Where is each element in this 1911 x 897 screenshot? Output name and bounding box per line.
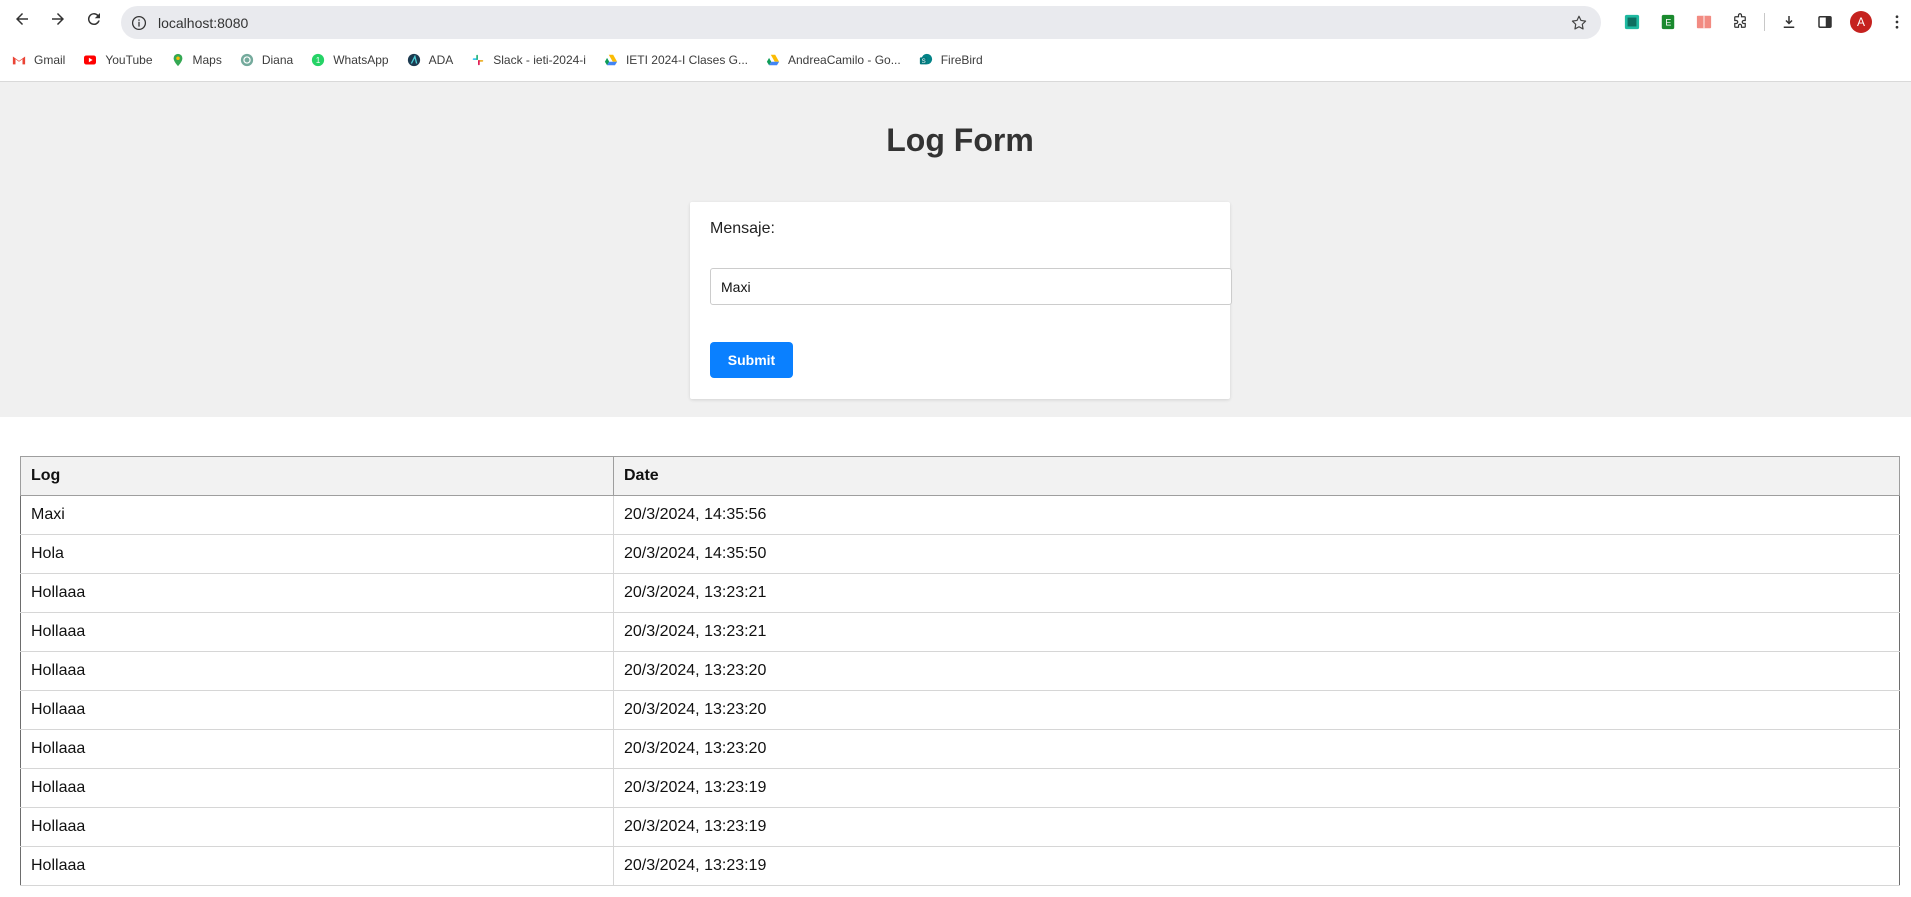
toolbar-divider bbox=[1764, 13, 1765, 31]
log-cell: Hola bbox=[20, 534, 614, 574]
site-info-icon[interactable] bbox=[130, 14, 148, 32]
bookmark-label: Maps bbox=[192, 52, 222, 67]
log-cell: Hollaaa bbox=[20, 612, 614, 652]
table-row: Hollaaa 20/3/2024, 13:23:21 bbox=[20, 573, 1900, 613]
bookmark-slack[interactable]: Slack - ieti-2024-i bbox=[470, 52, 586, 68]
table-row: Hola 20/3/2024, 14:35:50 bbox=[20, 534, 1900, 574]
table-row: Hollaaa 20/3/2024, 13:23:19 bbox=[20, 846, 1900, 886]
log-cell: Maxi bbox=[20, 495, 614, 535]
google-drive-icon bbox=[765, 52, 781, 68]
message-input[interactable] bbox=[710, 268, 1232, 305]
date-cell: 20/3/2024, 13:23:19 bbox=[613, 807, 1900, 847]
arrow-left-icon bbox=[16, 13, 28, 25]
bookmark-gmail[interactable]: Gmail bbox=[11, 52, 65, 68]
date-cell: 20/3/2024, 13:23:20 bbox=[613, 651, 1900, 691]
chatgpt-icon bbox=[239, 52, 255, 68]
arrow-right-icon bbox=[52, 13, 64, 25]
extension-book-icon[interactable] bbox=[1686, 8, 1722, 36]
bookmark-star-icon[interactable] bbox=[1569, 13, 1589, 33]
table-row: Hollaaa 20/3/2024, 13:23:21 bbox=[20, 612, 1900, 652]
bookmark-label: Slack - ieti-2024-i bbox=[493, 52, 586, 67]
bookmark-ieti-clases[interactable]: IETI 2024-I Clases G... bbox=[603, 52, 748, 68]
column-header-log[interactable]: Log bbox=[20, 456, 614, 496]
bookmark-label: IETI 2024-I Clases G... bbox=[625, 52, 748, 67]
svg-text:E: E bbox=[1665, 18, 1671, 28]
date-cell: 20/3/2024, 13:23:20 bbox=[613, 690, 1900, 730]
bookmark-firebird[interactable]: S FireBird bbox=[918, 52, 983, 68]
youtube-icon bbox=[82, 52, 98, 68]
extension-green-e-icon[interactable]: E bbox=[1650, 8, 1686, 36]
extensions-puzzle-icon[interactable] bbox=[1722, 8, 1758, 36]
google-drive-icon bbox=[603, 52, 619, 68]
bookmark-label: Diana bbox=[261, 52, 294, 67]
bookmark-label: Gmail bbox=[34, 52, 66, 67]
back-button[interactable] bbox=[4, 1, 40, 37]
form-section: Log Form Mensaje: Submit bbox=[0, 82, 1911, 417]
bookmark-label: WhatsApp bbox=[333, 52, 389, 67]
bookmark-label: ADA bbox=[428, 52, 454, 67]
date-cell: 20/3/2024, 13:23:19 bbox=[613, 768, 1900, 808]
bookmark-label: YouTube bbox=[105, 52, 153, 67]
log-form-card: Mensaje: Submit bbox=[690, 202, 1232, 399]
log-table: Log Date Maxi 20/3/2024, 14:35:56 Hola 20/… bbox=[20, 456, 1900, 886]
log-cell: Hollaaa bbox=[20, 846, 614, 886]
profile-button[interactable]: A bbox=[1843, 8, 1879, 36]
bookmarks-bar: Gmail YouTube Maps Diana 1 WhatsApp ADA … bbox=[0, 38, 1911, 82]
gmail-icon bbox=[11, 52, 27, 68]
submit-button[interactable]: Submit bbox=[710, 342, 793, 378]
address-url: localhost:8080 bbox=[158, 14, 249, 31]
date-cell: 20/3/2024, 14:35:50 bbox=[613, 534, 1900, 574]
date-cell: 20/3/2024, 13:23:19 bbox=[613, 846, 1900, 886]
reload-button[interactable] bbox=[76, 1, 112, 37]
date-cell: 20/3/2024, 13:23:20 bbox=[613, 729, 1900, 769]
log-cell: Hollaaa bbox=[20, 807, 614, 847]
page-title: Log Form bbox=[886, 122, 1034, 158]
log-cell: Hollaaa bbox=[20, 768, 614, 808]
bookmark-andreacamilo[interactable]: AndreaCamilo - Go... bbox=[765, 52, 901, 68]
bookmark-ada[interactable]: ADA bbox=[406, 52, 454, 68]
svg-text:1: 1 bbox=[316, 56, 320, 65]
date-cell: 20/3/2024, 13:23:21 bbox=[613, 612, 1900, 652]
bookmark-maps[interactable]: Maps bbox=[170, 52, 222, 68]
browser-toolbar: localhost:8080 E A bbox=[0, 0, 1911, 39]
table-row: Hollaaa 20/3/2024, 13:23:20 bbox=[20, 690, 1900, 730]
log-cell: Hollaaa bbox=[20, 651, 614, 691]
table-row: Hollaaa 20/3/2024, 13:23:20 bbox=[20, 729, 1900, 769]
bookmark-diana[interactable]: Diana bbox=[239, 52, 293, 68]
table-row: Hollaaa 20/3/2024, 13:23:20 bbox=[20, 651, 1900, 691]
bookmark-label: AndreaCamilo - Go... bbox=[788, 52, 901, 67]
slack-icon bbox=[470, 52, 486, 68]
ada-icon bbox=[406, 52, 422, 68]
extension-screen-icon[interactable] bbox=[1614, 8, 1650, 36]
downloads-icon[interactable] bbox=[1771, 8, 1807, 36]
message-label: Mensaje: bbox=[710, 220, 775, 237]
whatsapp-icon: 1 bbox=[310, 52, 326, 68]
menu-kebab-icon[interactable] bbox=[1879, 8, 1911, 36]
table-row: Maxi 20/3/2024, 14:35:56 bbox=[20, 495, 1900, 535]
address-bar[interactable]: localhost:8080 bbox=[121, 6, 1601, 39]
side-panel-icon[interactable] bbox=[1807, 8, 1843, 36]
avatar: A bbox=[1850, 11, 1872, 33]
page-content: Log Form Mensaje: Submit Log Date Maxi20… bbox=[0, 82, 1911, 897]
forward-button[interactable] bbox=[40, 1, 76, 37]
table-row: Hollaaa 20/3/2024, 13:23:19 bbox=[20, 768, 1900, 808]
svg-text:S: S bbox=[921, 58, 925, 65]
log-cell: Hollaaa bbox=[20, 729, 614, 769]
date-cell: 20/3/2024, 14:35:56 bbox=[613, 495, 1900, 535]
bookmark-whatsapp[interactable]: 1 WhatsApp bbox=[310, 52, 389, 68]
log-cell: Hollaaa bbox=[20, 573, 614, 613]
maps-icon bbox=[170, 52, 186, 68]
bookmark-label: FireBird bbox=[940, 52, 983, 67]
extensions-area: E A bbox=[1614, 8, 1911, 36]
date-cell: 20/3/2024, 13:23:21 bbox=[613, 573, 1900, 613]
reload-icon bbox=[87, 13, 100, 26]
sharepoint-icon: S bbox=[918, 52, 934, 68]
column-header-date[interactable]: Date bbox=[613, 456, 1900, 496]
table-header-row: Log Date bbox=[20, 456, 1900, 496]
log-cell: Hollaaa bbox=[20, 690, 614, 730]
table-row: Hollaaa 20/3/2024, 13:23:19 bbox=[20, 807, 1900, 847]
bookmark-youtube[interactable]: YouTube bbox=[82, 52, 153, 68]
